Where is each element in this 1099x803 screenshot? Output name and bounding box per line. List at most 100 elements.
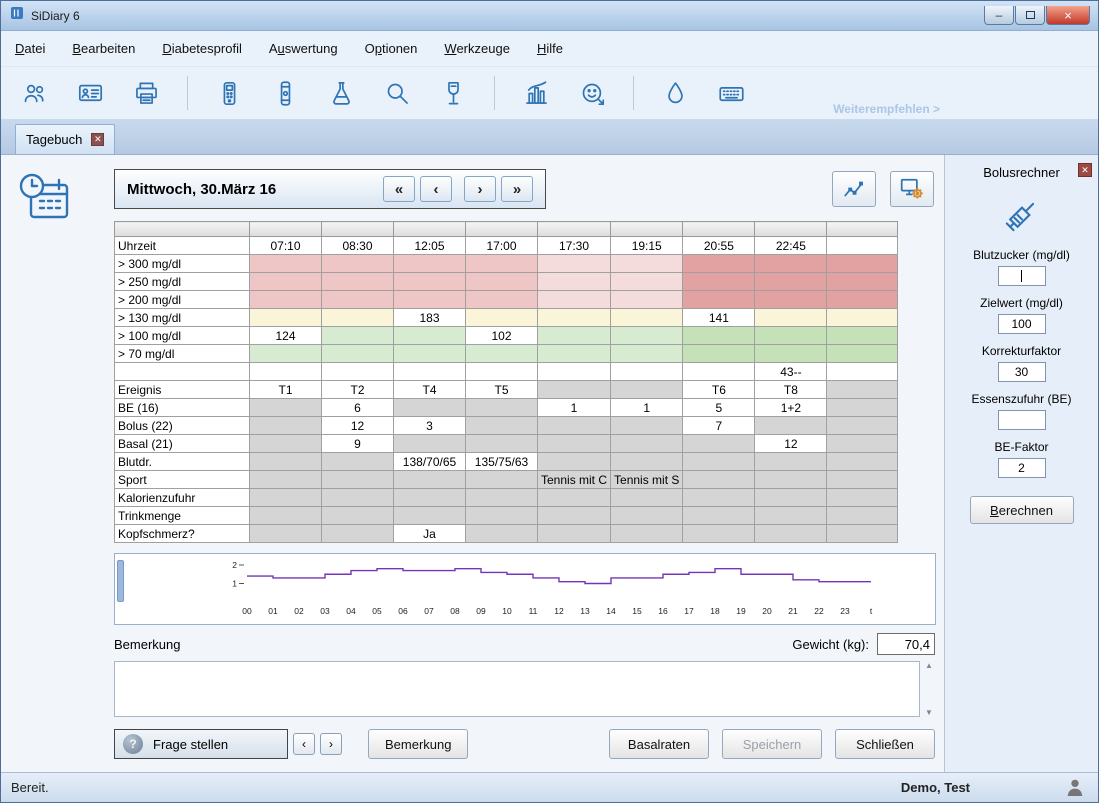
diary-cell[interactable] <box>250 417 322 435</box>
diary-cell[interactable] <box>538 381 611 399</box>
diary-cell[interactable] <box>394 363 466 381</box>
diary-cell[interactable] <box>611 435 683 453</box>
diary-cell[interactable]: 5 <box>683 399 755 417</box>
diary-cell[interactable] <box>466 417 538 435</box>
frage-next-button[interactable]: › <box>320 733 342 755</box>
diary-cell[interactable] <box>250 525 322 543</box>
diary-cell[interactable] <box>683 363 755 381</box>
diary-cell[interactable] <box>827 507 898 525</box>
diary-cell[interactable]: 12 <box>322 417 394 435</box>
menu-item-diabetesprofil[interactable]: Diabetesprofil <box>162 41 242 56</box>
diary-cell[interactable] <box>538 255 611 273</box>
diary-cell[interactable] <box>683 471 755 489</box>
diary-cell[interactable] <box>827 345 898 363</box>
scroll-up-icon[interactable]: ▲ <box>925 661 933 670</box>
diary-cell[interactable] <box>611 273 683 291</box>
menu-item-auswertung[interactable]: Auswertung <box>269 41 338 56</box>
diary-cell[interactable] <box>322 471 394 489</box>
diary-cell[interactable] <box>611 417 683 435</box>
diary-cell[interactable] <box>755 327 827 345</box>
diary-cell[interactable] <box>538 453 611 471</box>
diary-cell[interactable]: 1 <box>611 399 683 417</box>
diary-cell[interactable]: 124 <box>250 327 322 345</box>
diary-cell[interactable] <box>538 309 611 327</box>
diary-cell[interactable] <box>322 525 394 543</box>
diary-cell[interactable] <box>538 417 611 435</box>
last-day-button[interactable]: » <box>501 176 533 202</box>
diary-cell[interactable] <box>611 507 683 525</box>
gewicht-input[interactable] <box>877 633 935 655</box>
diary-cell[interactable]: 43-- <box>755 363 827 381</box>
minimize-button[interactable]: – <box>984 6 1014 25</box>
diary-cell[interactable] <box>322 453 394 471</box>
diary-cell[interactable] <box>250 273 322 291</box>
diary-cell[interactable] <box>827 525 898 543</box>
diary-cell[interactable] <box>466 273 538 291</box>
device-button[interactable] <box>264 73 306 113</box>
diary-cell[interactable]: Ja <box>394 525 466 543</box>
diary-cell[interactable] <box>827 273 898 291</box>
diary-cell[interactable] <box>322 507 394 525</box>
diary-cell[interactable]: 1 <box>538 399 611 417</box>
diary-cell[interactable] <box>466 471 538 489</box>
diary-cell[interactable] <box>755 291 827 309</box>
diary-cell[interactable] <box>611 345 683 363</box>
diary-cell[interactable] <box>611 291 683 309</box>
smiley-button[interactable] <box>571 73 613 113</box>
scroll-down-icon[interactable]: ▼ <box>925 708 933 717</box>
diary-cell[interactable] <box>394 291 466 309</box>
diary-cell[interactable] <box>394 489 466 507</box>
diary-cell[interactable] <box>394 471 466 489</box>
diary-cell[interactable] <box>538 489 611 507</box>
contacts-button[interactable] <box>69 73 111 113</box>
chart-button[interactable] <box>832 171 876 207</box>
frage-prev-button[interactable]: ‹ <box>293 733 315 755</box>
diary-cell[interactable] <box>755 255 827 273</box>
next-day-button[interactable]: › <box>464 176 496 202</box>
graph-splitter-handle[interactable] <box>117 560 124 602</box>
diary-cell[interactable]: T4 <box>394 381 466 399</box>
diary-cell[interactable] <box>466 525 538 543</box>
diary-cell[interactable] <box>827 417 898 435</box>
diary-cell[interactable] <box>611 327 683 345</box>
diary-cell[interactable]: T1 <box>250 381 322 399</box>
diary-cell[interactable] <box>250 435 322 453</box>
diary-cell[interactable] <box>755 309 827 327</box>
diary-cell[interactable]: T2 <box>322 381 394 399</box>
diary-cell[interactable] <box>827 363 898 381</box>
diary-cell[interactable] <box>250 507 322 525</box>
diary-cell[interactable] <box>827 489 898 507</box>
menu-item-hilfe[interactable]: Hilfe <box>537 41 563 56</box>
diary-cell[interactable] <box>466 507 538 525</box>
diary-cell[interactable] <box>827 309 898 327</box>
diary-cell[interactable] <box>827 327 898 345</box>
diary-cell[interactable] <box>827 291 898 309</box>
diary-cell[interactable] <box>755 489 827 507</box>
diary-cell[interactable]: Tennis mit C <box>538 471 611 489</box>
bolus-input-4[interactable] <box>998 458 1046 478</box>
diary-cell[interactable] <box>466 291 538 309</box>
basalraten-button[interactable]: Basalraten <box>609 729 709 759</box>
diary-cell[interactable] <box>611 489 683 507</box>
menu-item-optionen[interactable]: Optionen <box>365 41 418 56</box>
diary-cell[interactable] <box>755 507 827 525</box>
diary-cell[interactable]: 1+2 <box>755 399 827 417</box>
diary-cell[interactable] <box>611 381 683 399</box>
diary-cell[interactable] <box>466 363 538 381</box>
printer-button[interactable] <box>125 73 167 113</box>
diary-cell[interactable] <box>611 453 683 471</box>
diary-cell[interactable]: 135/75/63 <box>466 453 538 471</box>
diary-cell[interactable] <box>538 273 611 291</box>
diary-cell[interactable] <box>755 453 827 471</box>
diary-cell[interactable] <box>538 507 611 525</box>
maximize-button[interactable] <box>1015 6 1045 25</box>
diary-cell[interactable] <box>683 273 755 291</box>
diary-cell[interactable] <box>394 255 466 273</box>
diary-cell[interactable] <box>250 471 322 489</box>
statistics-button[interactable] <box>515 73 557 113</box>
diary-cell[interactable] <box>466 255 538 273</box>
recommend-link[interactable]: Weiterempfehlen > <box>833 102 940 116</box>
diary-cell[interactable]: T5 <box>466 381 538 399</box>
diary-cell[interactable] <box>466 435 538 453</box>
diary-cell[interactable] <box>683 489 755 507</box>
